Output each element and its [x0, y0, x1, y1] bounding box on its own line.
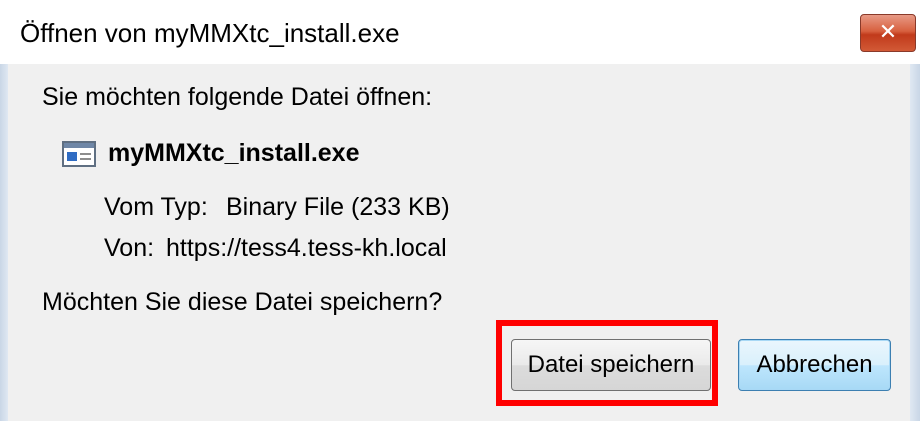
window-title: Öffnen von myMMXtc_install.exe	[20, 18, 400, 48]
file-source-value: https://tess4.tess-kh.local	[166, 234, 447, 262]
cancel-button[interactable]: Abbrechen	[738, 339, 891, 391]
title-bar: Öffnen von myMMXtc_install.exe ✕	[0, 0, 920, 64]
close-button[interactable]: ✕	[860, 14, 916, 52]
open-prompt: Sie möchten folgende Datei öffnen:	[42, 83, 433, 111]
file-type-value: Binary File (233 KB)	[226, 193, 450, 221]
window-frame-left	[0, 64, 8, 421]
close-icon: ✕	[878, 19, 898, 44]
window-frame-right	[910, 64, 920, 421]
save-question: Möchten Sie diese Datei speichern?	[42, 288, 443, 316]
file-source-label: Von:	[104, 234, 155, 262]
file-type-label: Vom Typ:	[104, 193, 208, 221]
executable-file-icon	[62, 141, 96, 167]
file-name: myMMXtc_install.exe	[108, 139, 360, 167]
download-dialog: Öffnen von myMMXtc_install.exe ✕ Sie möc…	[0, 0, 920, 421]
highlight-box	[496, 320, 718, 406]
